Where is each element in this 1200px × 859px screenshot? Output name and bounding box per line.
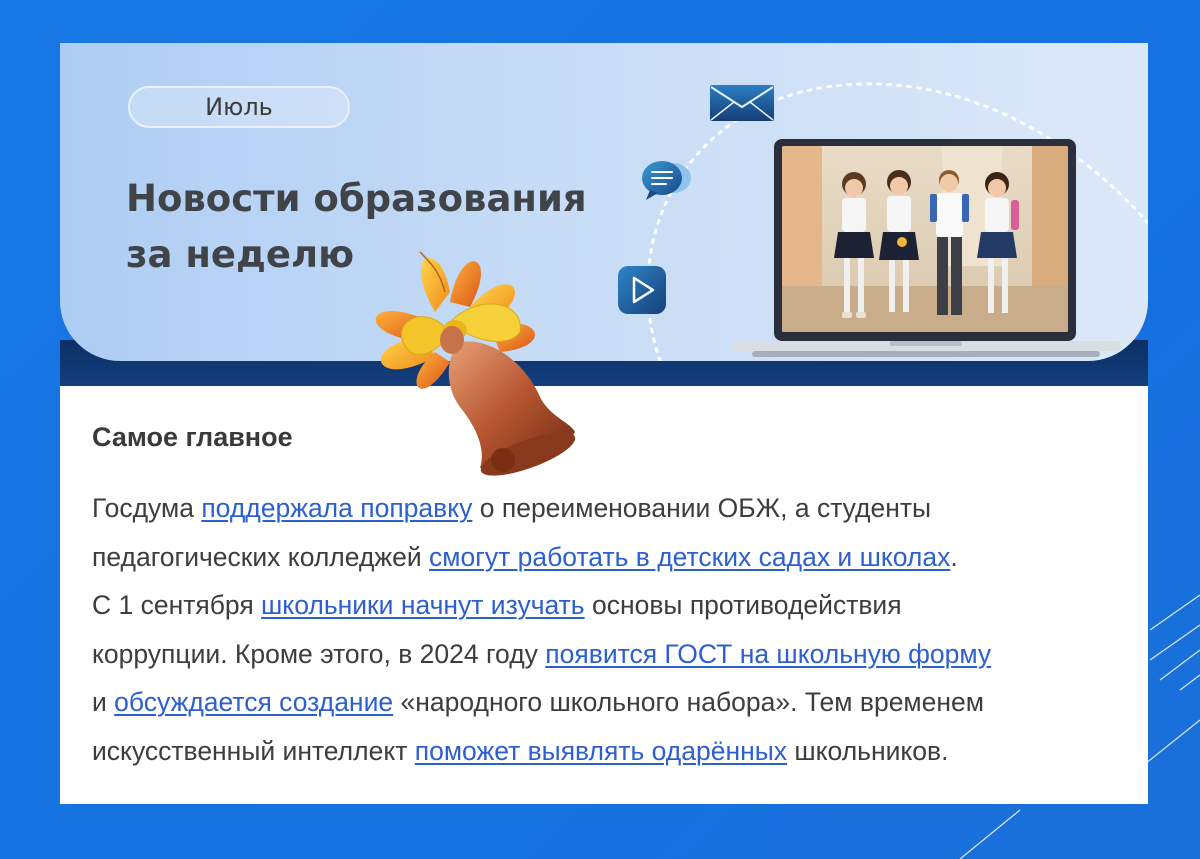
link-school-uniform-gost[interactable]: появится ГОСТ на школьную форму <box>545 639 991 669</box>
link-ai-gifted-students[interactable]: поможет выявлять одарённых <box>415 736 787 766</box>
laptop-base <box>732 341 1120 357</box>
students-photo <box>782 146 1068 332</box>
text-segment: искусственный интеллект <box>92 735 415 766</box>
header-banner: Июль Новости образования за неделю <box>60 43 1148 361</box>
school-bell-icon <box>375 251 576 476</box>
text-segment: школьников. <box>787 735 949 766</box>
play-icon <box>618 266 666 314</box>
news-content-card: Самое главное Госдума поддержала поправк… <box>60 386 1148 804</box>
laptop-screen <box>774 139 1076 341</box>
text-segment: и <box>92 687 115 717</box>
link-amendment-support[interactable]: поддержала поправку <box>201 493 472 523</box>
link-students-will-study[interactable]: школьники начнут изучать <box>261 590 585 620</box>
chat-bubble-icon <box>642 161 691 200</box>
text-segment: о переименовании ОБЖ, а студенты <box>472 493 932 523</box>
link-school-kit-discussion[interactable]: обсуждается создание <box>114 687 393 717</box>
text-segment: С 1 сентября <box>92 590 262 620</box>
news-summary-paragraph: Госдума поддержала поправку о переименов… <box>92 484 1132 775</box>
students-photo-illustration <box>782 146 1068 332</box>
section-title: Самое главное <box>92 422 293 452</box>
text-segment: «народного школьного набора». Тем времен… <box>393 687 984 717</box>
envelope-icon <box>710 85 774 121</box>
text-segment: Госдума <box>92 493 202 523</box>
text-segment: коррупции. Кроме этого, в 2024 году <box>92 638 546 669</box>
text-segment: . <box>950 541 958 572</box>
text-segment: основы противодействия <box>584 590 902 620</box>
link-college-students-work[interactable]: смогут работать в детских садах и школах <box>429 542 950 572</box>
text-segment: педагогических колледжей <box>92 541 430 572</box>
